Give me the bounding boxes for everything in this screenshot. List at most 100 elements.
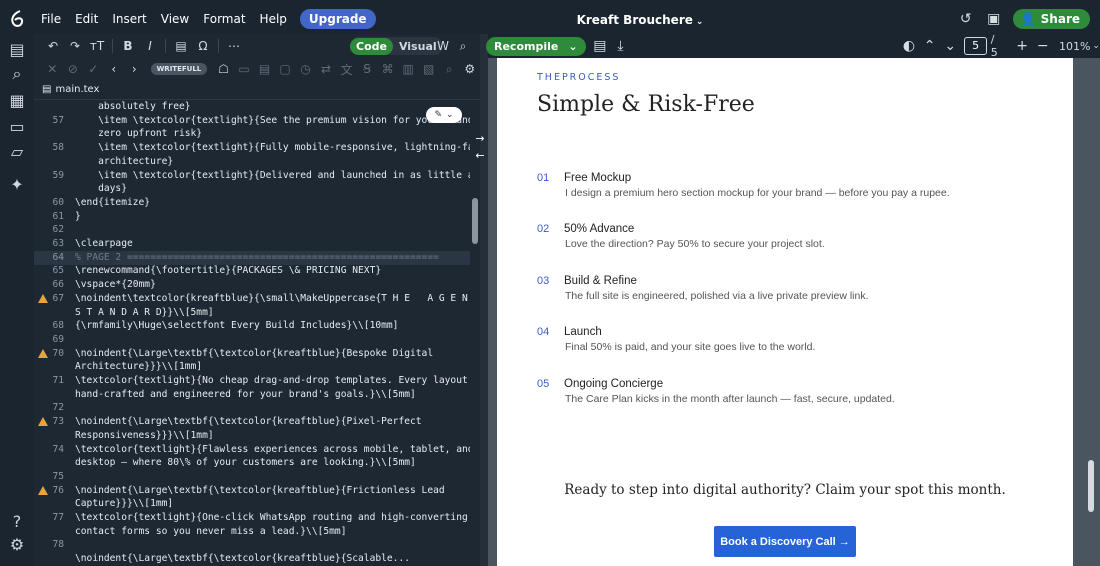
clock-icon[interactable]: ◷ <box>295 62 316 76</box>
page-down-icon[interactable]: ⌄ <box>942 37 959 55</box>
undo-icon[interactable]: ↶ <box>42 39 64 53</box>
menu-file[interactable]: File <box>34 12 68 26</box>
ai-sparkle-icon[interactable]: ✦ <box>9 175 25 194</box>
search-icon[interactable]: ⌕ <box>439 62 460 77</box>
pdf-scroll-thumb[interactable] <box>1088 460 1094 512</box>
more-icon[interactable]: ⋯ <box>223 39 245 53</box>
arrow-right-icon[interactable]: → <box>471 132 489 145</box>
math-icon[interactable]: ▤ <box>170 39 192 53</box>
reject-icon[interactable]: ✕ <box>42 62 63 76</box>
code-line[interactable]: absolutely free} <box>34 100 470 114</box>
history-icon[interactable]: ↺ <box>957 10 975 28</box>
tools-icon[interactable]: ⌘ <box>377 62 398 76</box>
copy-icon[interactable]: ▧ <box>418 62 439 76</box>
bold-icon[interactable]: B <box>117 39 139 53</box>
search-icon[interactable]: ⌕ <box>9 64 25 83</box>
download-icon[interactable]: ⤓ <box>612 37 629 55</box>
code-line[interactable]: S T A N D A R D}}\\[5mm] <box>34 306 470 320</box>
code-line[interactable]: 72 <box>34 401 470 415</box>
next-icon[interactable]: › <box>124 62 145 76</box>
code-line[interactable]: Capture}}}\\[1mm] <box>34 497 470 511</box>
file-tab[interactable]: ▤ main.tex <box>34 80 480 100</box>
code-line[interactable]: 63 \clearpage <box>34 237 470 251</box>
page-up-icon[interactable]: ⌃ <box>921 37 938 55</box>
menu-format[interactable]: Format <box>196 12 252 26</box>
code-line[interactable]: Responsiveness}}}\\[1mm] <box>34 429 470 443</box>
writefull-logo-icon[interactable]: W <box>432 39 454 53</box>
code-mode-button[interactable]: Code <box>350 37 393 55</box>
code-line[interactable]: 68 {\rmfamily\Huge\selectfont Every Build… <box>34 319 470 333</box>
project-title[interactable]: Kreaft Brouchere ⌄ <box>560 13 720 27</box>
zoom-in-icon[interactable]: + <box>1014 37 1031 55</box>
code-line[interactable]: \noindent{\Large\textbf{\textcolor{kreaf… <box>34 552 470 566</box>
settings-icon[interactable]: ⚙ <box>459 62 480 76</box>
code-line[interactable]: Architecture}}}\\[1mm] <box>34 360 470 374</box>
code-line[interactable]: 62 <box>34 223 470 237</box>
menu-help[interactable]: Help <box>253 12 294 26</box>
check-icon[interactable]: ▢ <box>275 62 296 76</box>
integrations-icon[interactable]: ▦ <box>9 91 25 110</box>
code-line[interactable]: architecture} <box>34 155 470 169</box>
page-number-input[interactable]: 5 <box>964 37 987 55</box>
file-tree-icon[interactable]: ▤ <box>9 40 25 59</box>
search-replace-icon[interactable]: ⌕ <box>452 39 474 54</box>
book-discovery-call-button[interactable]: Book a Discovery Call → <box>714 526 856 557</box>
zoom-level[interactable]: 101% <box>1059 40 1090 53</box>
recompile-button[interactable]: Recompile ⌄ <box>486 36 586 56</box>
code-line[interactable]: hand-crafted and engineered for your bra… <box>34 388 470 402</box>
warning-icon[interactable] <box>38 485 48 495</box>
edit-mode-chip[interactable]: ✎ ⌄ <box>426 107 462 123</box>
code-line[interactable]: 70 \noindent{\Large\textbf{\textcolor{kre… <box>34 347 470 361</box>
code-line[interactable]: 65 \renewcommand{\footertitle}{PACKAGES \… <box>34 264 470 278</box>
warning-icon[interactable] <box>38 417 48 427</box>
translate-icon[interactable]: 文 <box>336 61 357 78</box>
overleaf-logo-icon[interactable] <box>0 0 34 38</box>
symbol-icon[interactable]: Ω <box>192 39 214 53</box>
keyboard-icon[interactable]: ▭ <box>234 62 255 76</box>
chevron-down-icon[interactable]: ⌄ <box>1092 41 1100 51</box>
pane-splitter[interactable] <box>480 34 488 566</box>
zoom-out-icon[interactable]: − <box>1034 37 1051 55</box>
text-icon[interactable]: Ꞩ <box>357 62 378 76</box>
menu-edit[interactable]: Edit <box>68 12 105 26</box>
writefull-badge[interactable]: WRITEFULL <box>150 63 208 75</box>
upgrade-button[interactable]: Upgrade <box>299 9 376 29</box>
code-line[interactable]: 66 \vspace*{20mm} <box>34 278 470 292</box>
paraphrase-icon[interactable]: ⇄ <box>316 62 337 76</box>
share-button[interactable]: 👤 Share <box>1012 9 1090 29</box>
editor-scroll-thumb[interactable] <box>472 198 478 244</box>
menu-insert[interactable]: Insert <box>105 12 153 26</box>
arrow-left-icon[interactable]: ← <box>471 149 489 162</box>
code-line[interactable]: 67 \noindent\textcolor{kreaftblue}{\small… <box>34 292 470 306</box>
editor-scrollbar[interactable] <box>470 100 480 566</box>
document-icon[interactable]: ▤ <box>254 62 275 76</box>
review-icon[interactable]: ▭ <box>9 117 25 136</box>
layout-icon[interactable]: ▣ <box>985 10 1003 28</box>
redo-icon[interactable]: ↷ <box>64 39 86 53</box>
accept-icon[interactable]: ✓ <box>83 62 104 76</box>
code-line[interactable]: 64 % PAGE 2 =============================… <box>34 250 470 265</box>
code-area[interactable]: absolutely free} 57 \item \textcolor{text… <box>34 100 470 566</box>
menu-view[interactable]: View <box>154 12 196 26</box>
warning-icon[interactable] <box>38 348 48 358</box>
contrast-icon[interactable]: ◐ <box>901 37 918 55</box>
code-line[interactable]: 61} <box>34 210 470 224</box>
settings-icon[interactable]: ⚙ <box>9 535 25 554</box>
code-line[interactable]: 58 \item \textcolor{textlight}{Fully mob… <box>34 141 470 155</box>
chat-icon[interactable]: ▱ <box>9 142 25 161</box>
code-line[interactable]: contact forms so you never miss a lead.}… <box>34 525 470 539</box>
robot-icon[interactable]: ☖ <box>213 62 234 76</box>
code-line[interactable]: zero upfront risk} <box>34 127 470 141</box>
code-line[interactable]: 76 \noindent{\Large\textbf{\textcolor{kre… <box>34 484 470 498</box>
code-line[interactable]: 69 <box>34 333 470 347</box>
code-line[interactable]: days} <box>34 182 470 196</box>
code-line[interactable]: desktop — where 80\% of your customers a… <box>34 456 470 470</box>
code-line[interactable]: 60 \end{itemize} <box>34 196 470 210</box>
code-line[interactable]: 77 \textcolor{textlight}{One-click WhatsA… <box>34 511 470 525</box>
code-line[interactable]: 73 \noindent{\Large\textbf{\textcolor{kre… <box>34 415 470 429</box>
code-line[interactable]: 71 \textcolor{textlight}{No cheap drag-an… <box>34 374 470 388</box>
code-line[interactable]: 57 \item \textcolor{textlight}{See the p… <box>34 114 470 128</box>
clipboard-icon[interactable]: ▥ <box>398 62 419 76</box>
code-line[interactable]: 59 \item \textcolor{textlight}{Delivered… <box>34 169 470 183</box>
previous-icon[interactable]: ‹ <box>104 62 125 76</box>
